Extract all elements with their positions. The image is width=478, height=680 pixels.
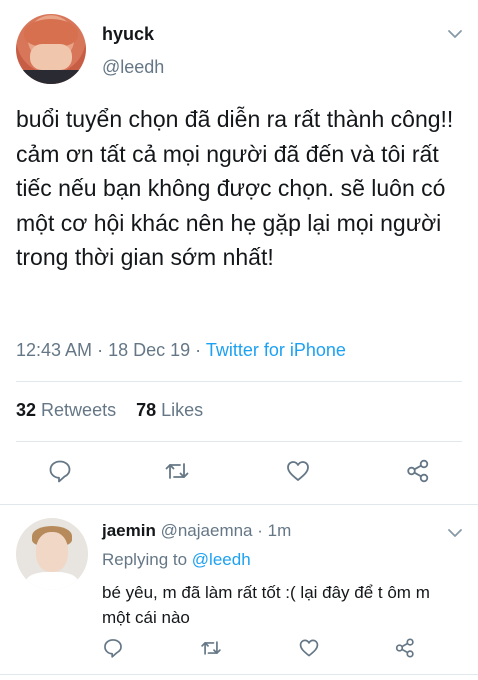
avatar-shirt bbox=[26, 572, 78, 590]
replying-label: Replying to bbox=[102, 550, 188, 569]
author-name[interactable]: hyuck bbox=[102, 24, 154, 45]
divider bbox=[16, 441, 462, 442]
tweet-detail-page: hyuck @leedh buổi tuyển chọn đã diễn ra … bbox=[0, 0, 478, 680]
reply-author-handle[interactable]: @najaemna bbox=[161, 521, 253, 540]
avatar-hair bbox=[24, 19, 78, 47]
reply-header: jaemin @najaemna · 1m bbox=[102, 521, 291, 541]
retweets-stat[interactable]: 32 Retweets bbox=[16, 400, 116, 420]
reply-author-name[interactable]: jaemin bbox=[102, 521, 156, 540]
replying-to: Replying to @leedh bbox=[102, 550, 251, 570]
share-icon[interactable] bbox=[394, 637, 416, 659]
reply-age: 1m bbox=[267, 521, 292, 540]
reply-author-avatar[interactable] bbox=[16, 518, 88, 590]
likes-label: Likes bbox=[161, 400, 204, 420]
meta-separator: · bbox=[195, 340, 202, 360]
chevron-down-icon[interactable] bbox=[447, 26, 463, 42]
meta-separator: · bbox=[97, 340, 104, 360]
heart-icon[interactable] bbox=[285, 458, 311, 484]
share-icon[interactable] bbox=[405, 458, 431, 484]
tweet-text: buổi tuyển chọn đã diễn ra rất thành côn… bbox=[16, 106, 454, 270]
retweets-count: 32 bbox=[16, 400, 37, 420]
reply-separator: · bbox=[257, 521, 263, 540]
retweet-icon[interactable] bbox=[164, 458, 190, 484]
reply-text: bé yêu, m đã làm rất tốt :( lại đây để t… bbox=[102, 583, 430, 627]
retweets-label: Retweets bbox=[41, 400, 117, 420]
author-handle[interactable]: @leedh bbox=[102, 57, 164, 78]
tweet-meta: 12:43 AM · 18 Dec 19 · Twitter for iPhon… bbox=[16, 340, 346, 361]
reply-icon[interactable] bbox=[47, 458, 73, 484]
likes-stat[interactable]: 78 Likes bbox=[136, 400, 203, 420]
chevron-down-icon[interactable] bbox=[447, 525, 463, 541]
retweet-icon[interactable] bbox=[200, 637, 222, 659]
author-avatar[interactable] bbox=[16, 14, 86, 84]
avatar-hands bbox=[30, 44, 72, 70]
reply-icon[interactable] bbox=[102, 637, 124, 659]
divider bbox=[0, 504, 478, 505]
tweet-stats: 32 Retweets 78 Likes bbox=[16, 400, 203, 421]
avatar-shirt bbox=[16, 70, 86, 84]
tweet-source-link[interactable]: Twitter for iPhone bbox=[206, 340, 346, 360]
tweet-date: 18 Dec 19 bbox=[108, 340, 191, 360]
replying-to-handle[interactable]: @leedh bbox=[192, 550, 251, 569]
avatar-face bbox=[36, 532, 68, 572]
divider bbox=[16, 381, 462, 382]
divider bbox=[0, 674, 478, 675]
tweet-time: 12:43 AM bbox=[16, 340, 93, 360]
heart-icon[interactable] bbox=[298, 637, 320, 659]
likes-count: 78 bbox=[136, 400, 157, 420]
